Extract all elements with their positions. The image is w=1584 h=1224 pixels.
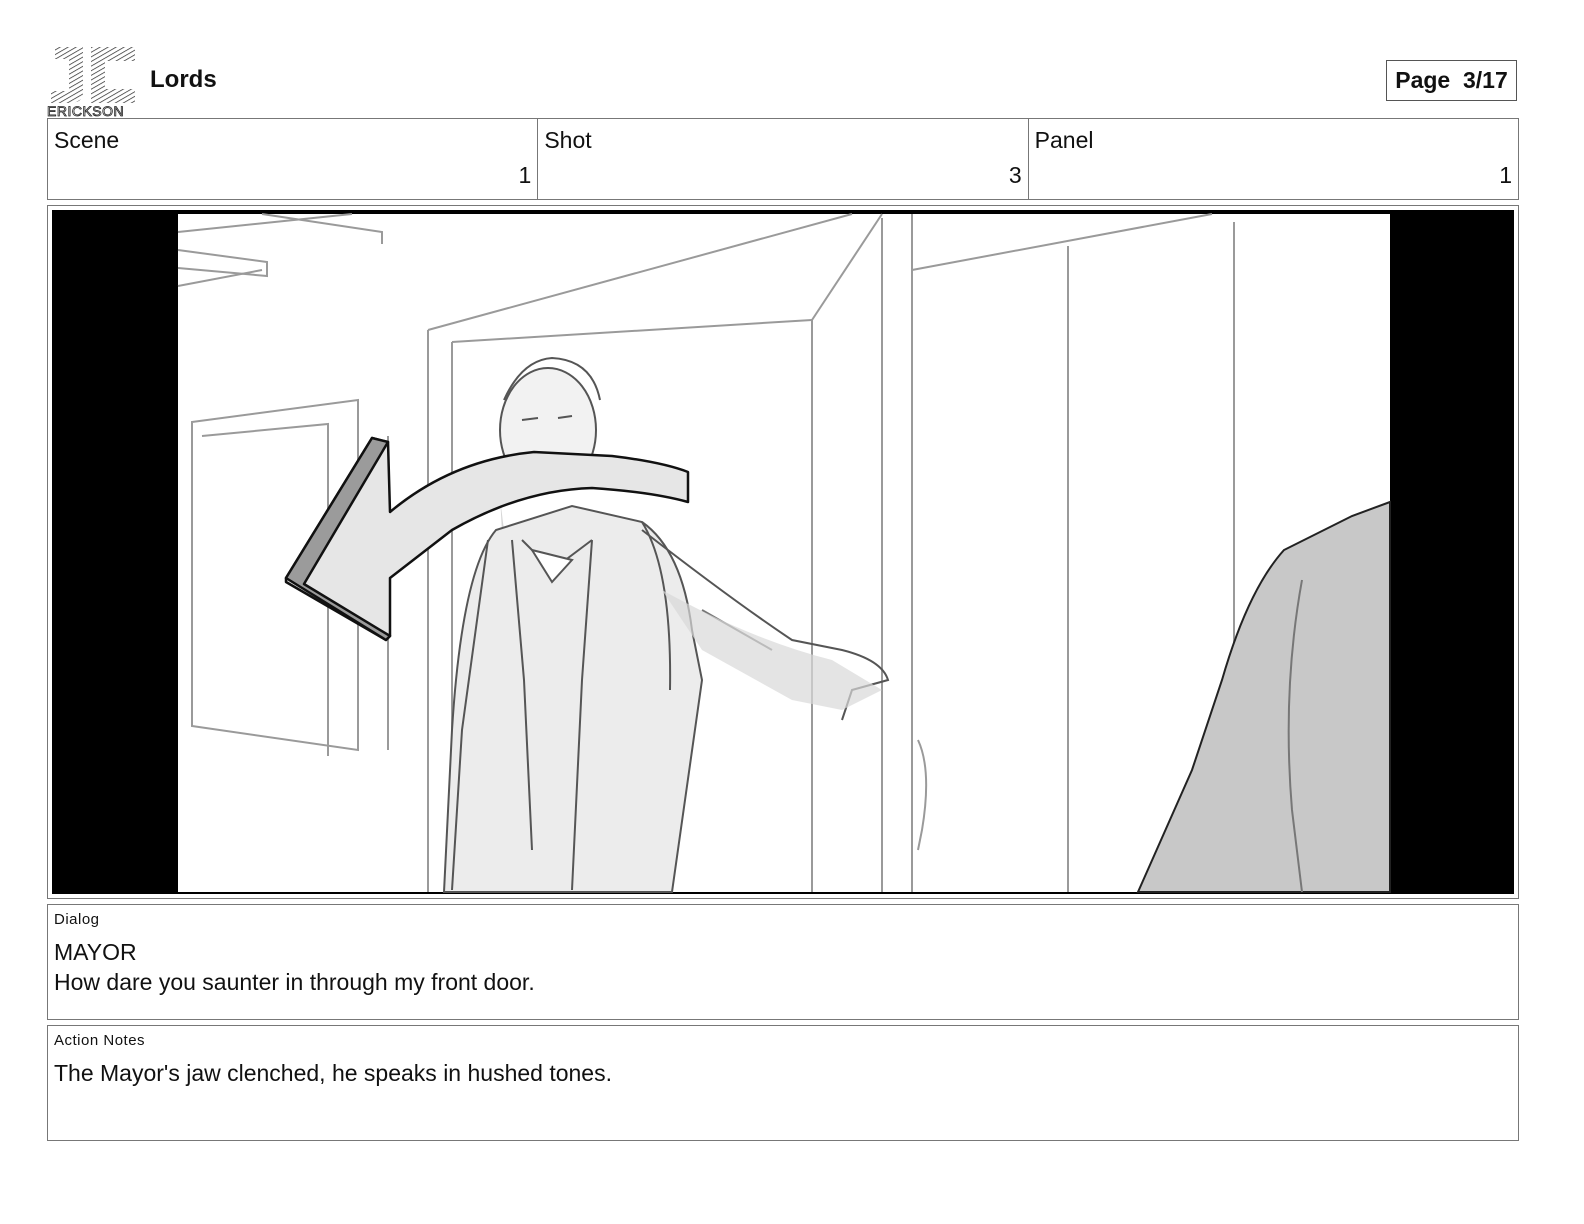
shot-cell: Shot 3 [538, 119, 1029, 199]
dialog-label: Dialog [54, 911, 100, 928]
scene-label: Scene [54, 127, 120, 153]
page-indicator: Page 3/17 [1386, 60, 1517, 101]
panel-cell: Panel 1 [1029, 119, 1518, 199]
storyboard-image [52, 210, 1514, 894]
scene-cell: Scene 1 [48, 119, 539, 199]
scene-value: 1 [518, 162, 532, 188]
action-notes-text: The Mayor's jaw clenched, he speaks in h… [54, 1060, 612, 1086]
svg-text:ERICKSON: ERICKSON [47, 103, 124, 118]
sketch-illustration [177, 213, 1391, 893]
shot-label: Shot [544, 127, 592, 153]
shot-value: 3 [1008, 162, 1022, 188]
action-notes-box: Action Notes The Mayor's jaw clenched, h… [47, 1025, 1519, 1141]
storyboard-frame [47, 205, 1519, 899]
shot-info-row: Scene 1 Shot 3 Panel 1 [47, 118, 1519, 200]
action-notes-label: Action Notes [54, 1032, 146, 1049]
dialog-character: MAYOR [54, 939, 137, 965]
studio-logo: ERICKSON [47, 45, 137, 119]
panel-value: 1 [1499, 162, 1512, 188]
dialog-box: Dialog MAYOR How dare you saunter in thr… [47, 904, 1519, 1020]
dialog-line: How dare you saunter in through my front… [54, 969, 535, 995]
panel-label: Panel [1034, 127, 1094, 153]
project-title: Lords [150, 66, 217, 93]
